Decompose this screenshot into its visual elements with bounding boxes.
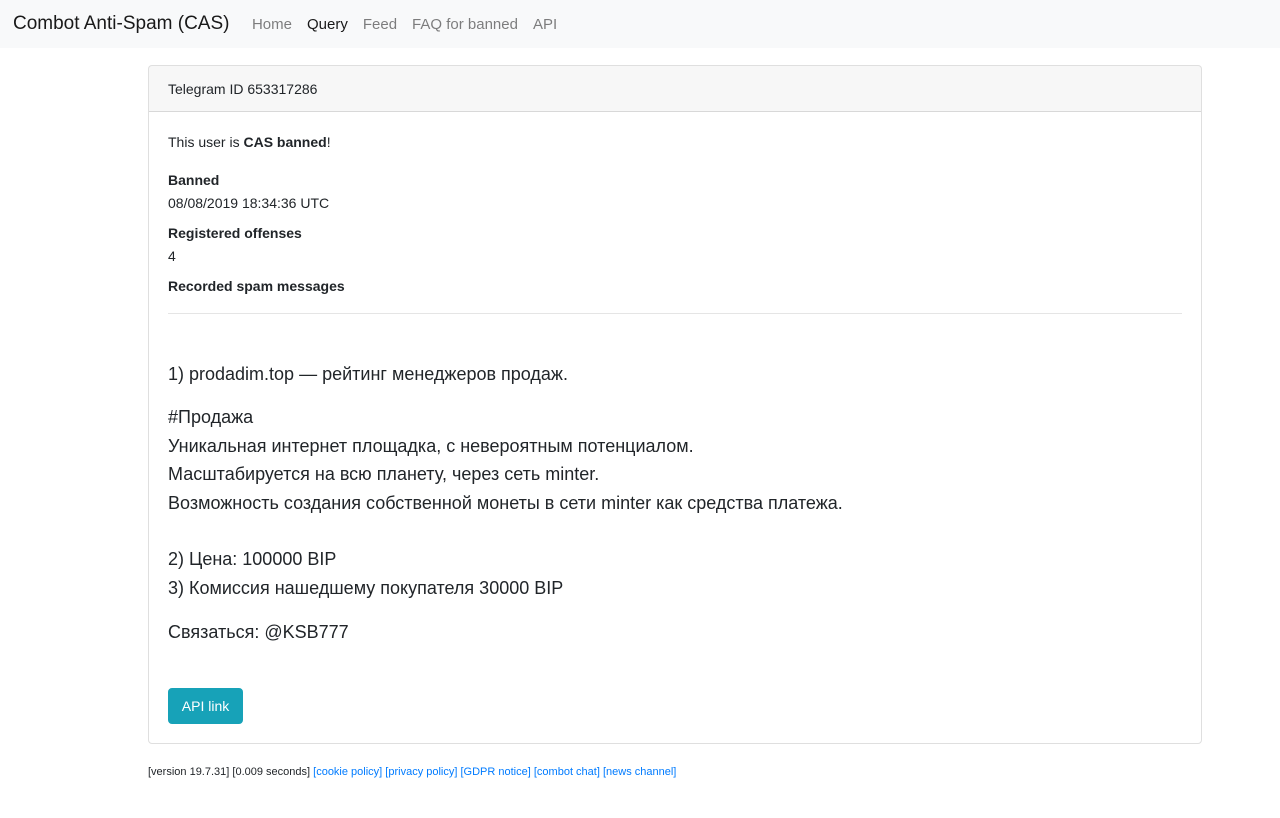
spam-line: 3) Комиссия нашедшему покупателя 30000 B… [168, 578, 564, 598]
banned-label: Banned [168, 172, 220, 188]
offenses-value: 4 [168, 248, 176, 264]
nav-home[interactable]: Home [252, 16, 292, 33]
spam-line: Масштабируется на всю планету, через сет… [168, 464, 600, 484]
gdpr-notice-link[interactable]: [GDPR notice] [461, 766, 531, 778]
banned-value: 08/08/2019 18:34:36 UTC [168, 195, 330, 211]
status-bold: CAS banned [243, 134, 327, 150]
spam-line: Связаться: @KSB777 [168, 622, 349, 642]
nav-api[interactable]: API [533, 16, 557, 33]
nav-feed[interactable]: Feed [363, 16, 397, 33]
cookie-policy-link[interactable]: [cookie policy] [313, 766, 382, 778]
nav-query[interactable]: Query [307, 16, 348, 33]
api-link-button[interactable]: API link [168, 688, 243, 724]
messages-label: Recorded spam messages [168, 278, 345, 294]
result-card: Telegram ID 653317286 This user is CAS b… [148, 65, 1202, 744]
ban-status: This user is CAS banned! [168, 132, 331, 152]
timing-text: [0.009 seconds] [232, 766, 311, 778]
combot-chat-link[interactable]: [combot chat] [534, 766, 600, 778]
version-text: [version 19.7.31] [148, 766, 230, 778]
divider [168, 313, 1182, 314]
status-prefix: This user is [168, 134, 244, 150]
news-channel-link[interactable]: [news channel] [603, 766, 676, 778]
spam-line: Возможность создания собственной монеты … [168, 493, 843, 513]
status-suffix: ! [326, 134, 331, 150]
privacy-policy-link[interactable]: [privacy policy] [385, 766, 457, 778]
offenses-label: Registered offenses [168, 225, 302, 241]
card-header: Telegram ID 653317286 [149, 66, 1201, 112]
top-navbar: Combot Anti-Spam (CAS) Home Query Feed F… [0, 0, 1280, 48]
spam-line: 2) Цена: 100000 BIP [168, 549, 337, 569]
spam-line: Уникальная интернет площадка, с невероят… [168, 436, 694, 456]
nav-faq-banned[interactable]: FAQ for banned [412, 16, 518, 33]
spam-line: #Продажа [168, 407, 254, 427]
brand-link[interactable]: Combot Anti-Spam (CAS) [13, 13, 229, 35]
spam-line: 1) prodadim.top — рейтинг менеджеров про… [168, 364, 568, 384]
footer: [version 19.7.31] [0.009 seconds] [cooki… [148, 765, 676, 779]
